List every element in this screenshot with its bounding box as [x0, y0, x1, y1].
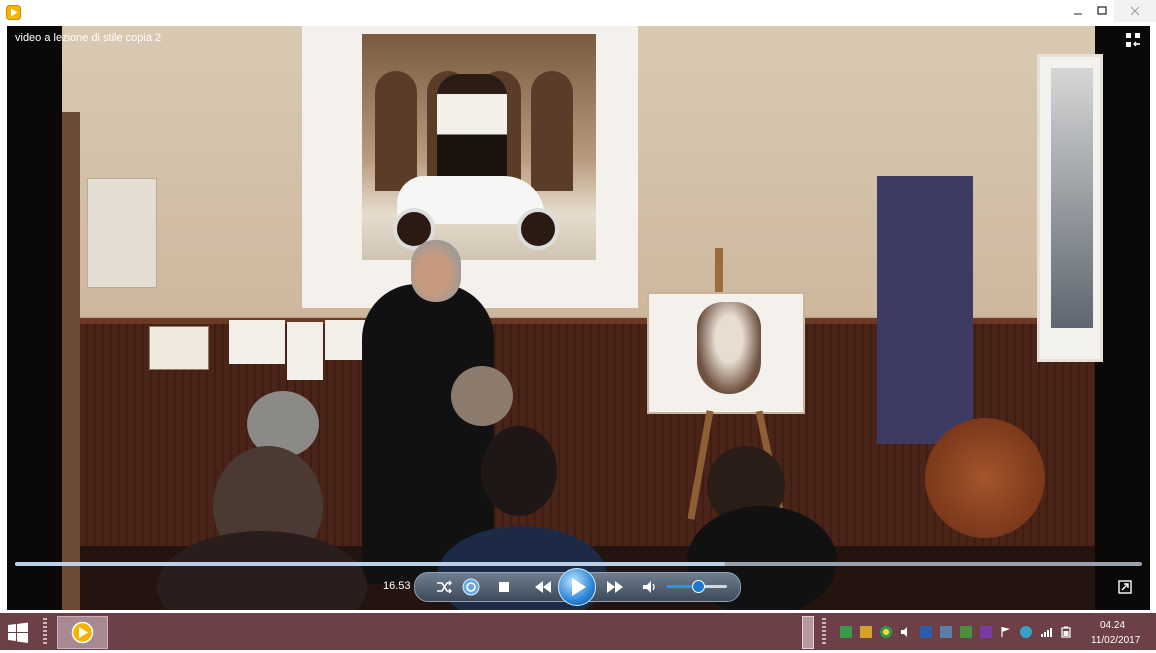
app-icon-1[interactable]	[840, 626, 852, 638]
arch	[531, 71, 573, 191]
video-area[interactable]: video a lezione di stile copia 2 16.53	[7, 26, 1150, 610]
speaker-volume-icon[interactable]	[639, 577, 661, 597]
next-icon[interactable]	[601, 577, 629, 597]
wall-paper	[287, 322, 323, 380]
app-icon-3[interactable]	[920, 626, 932, 638]
maximize-icon	[1097, 6, 1107, 15]
fullscreen-toggle-icon[interactable]	[1125, 32, 1141, 48]
media-player-app-icon	[6, 5, 21, 20]
window-glass	[1051, 68, 1093, 328]
window-titlebar	[0, 0, 1156, 26]
app-icon-2[interactable]	[860, 626, 872, 638]
scooter-wheel	[517, 208, 559, 250]
battery-icon[interactable]	[1060, 626, 1072, 638]
wall-paper	[325, 320, 365, 360]
flag-icon[interactable]	[1000, 626, 1012, 638]
seek-bar[interactable]	[15, 562, 1142, 566]
left-shadow	[7, 26, 62, 610]
shuffle-icon[interactable]	[433, 577, 455, 597]
seek-bar-progress	[15, 562, 725, 566]
taskbar: 04.24 11/02/2017	[0, 613, 1156, 650]
maximize-button[interactable]	[1088, 0, 1116, 22]
taskbar-media-player[interactable]	[57, 616, 108, 649]
stop-icon[interactable]	[493, 577, 515, 597]
app-icon-4[interactable]	[960, 626, 972, 638]
switch-to-library-icon[interactable]	[1118, 580, 1132, 594]
portrait-sketch	[697, 302, 761, 394]
chrome-icon[interactable]	[880, 626, 892, 638]
wall-paper	[229, 320, 285, 364]
clock-time[interactable]: 04.24	[1100, 620, 1125, 631]
tray-grip[interactable]	[822, 618, 826, 644]
network-icon[interactable]	[940, 626, 952, 638]
rider-figure	[437, 74, 507, 184]
audience-head	[925, 418, 1045, 538]
taskbar-grip[interactable]	[43, 618, 47, 644]
wall-poster	[87, 178, 157, 288]
wall-strip	[62, 112, 80, 610]
signal-icon[interactable]	[1040, 626, 1052, 638]
close-button[interactable]	[1114, 0, 1156, 22]
right-shadow	[1095, 26, 1150, 610]
speaker-head	[411, 240, 461, 302]
play-icon	[572, 578, 586, 596]
play-button[interactable]	[558, 568, 596, 606]
easel-top	[715, 248, 723, 294]
previous-icon[interactable]	[529, 577, 557, 597]
audience-head	[481, 426, 557, 516]
blue-panel	[877, 176, 973, 444]
media-player-icon	[71, 621, 94, 644]
video-title: video a lezione di stile copia 2	[15, 32, 162, 44]
audience-head	[451, 366, 513, 426]
close-icon	[1130, 6, 1140, 16]
windows-start-icon[interactable]	[6, 621, 30, 645]
arch	[375, 71, 417, 191]
onenote-icon[interactable]	[980, 626, 992, 638]
taskbar-scroll-handle[interactable]	[802, 616, 814, 649]
speaker-icon[interactable]	[900, 626, 912, 638]
app-icon-5[interactable]	[1020, 626, 1032, 638]
minimize-icon	[1074, 13, 1082, 15]
current-time: 16.53	[383, 580, 411, 592]
repeat-icon[interactable]	[460, 577, 482, 597]
clock-date[interactable]: 11/02/2017	[1091, 635, 1140, 646]
wall-sign	[149, 326, 209, 370]
